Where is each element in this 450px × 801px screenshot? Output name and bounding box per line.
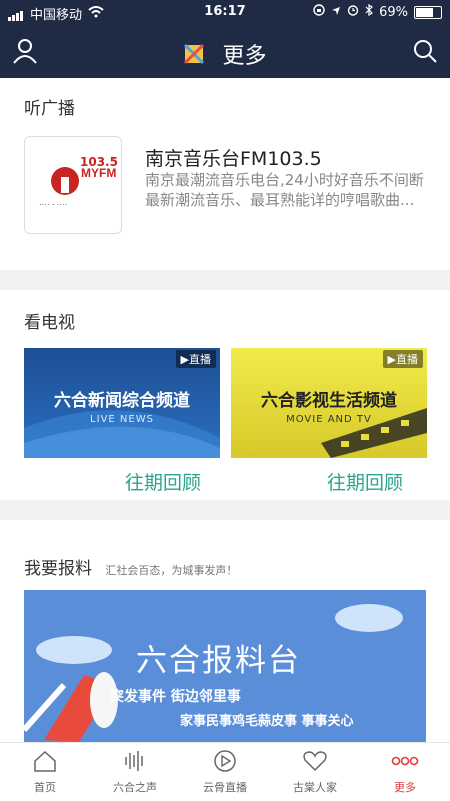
tv-channel-name: 六合影视生活频道 <box>261 391 397 411</box>
heart-icon <box>302 751 328 776</box>
tab-label: 首页 <box>34 781 56 794</box>
location-icon <box>331 5 341 20</box>
more-icon <box>390 756 420 776</box>
report-banner[interactable]: 六合报料台 突发事件 街边邻里事 家事民事鸡毛蒜皮事 事事关心 <box>24 590 426 742</box>
banner-line2: 家事民事鸡毛蒜皮事 事事关心 <box>180 714 354 729</box>
review-link-news[interactable]: 往期回顾 <box>125 468 201 495</box>
report-title-text: 我要报料 <box>24 559 92 579</box>
tab-label: 更多 <box>394 781 416 794</box>
tab-live[interactable]: 云骨直播 <box>180 749 270 795</box>
radio-logo-image: MYFM ···· · ···· <box>39 166 116 209</box>
bluetooth-icon <box>365 3 374 20</box>
tab-bar: 首页 六合之声 云骨直播 古棠人家 更多 <box>0 742 450 801</box>
report-section-title: 我要报料 汇社会百态，为城事发声！ <box>24 554 237 579</box>
banner-line1: 突发事件 街边邻里事 <box>110 689 241 705</box>
tab-voice[interactable]: 六合之声 <box>90 749 180 795</box>
tab-label: 云骨直播 <box>203 781 247 794</box>
battery-icon <box>414 5 442 19</box>
search-icon[interactable] <box>412 38 438 68</box>
radio-section-title: 听广播 <box>24 99 75 119</box>
tv-section-title: 看电视 <box>24 313 75 333</box>
page-title-text: 更多 <box>222 44 267 69</box>
tv-channel-en: LIVE NEWS <box>90 414 154 425</box>
app-logo-icon <box>183 43 205 71</box>
radio-logo-frequency: 103.5 <box>80 155 118 169</box>
battery-percent: 69% <box>379 4 408 20</box>
alarm-icon <box>347 4 359 20</box>
tv-channel-en: MOVIE AND TV <box>286 414 372 425</box>
live-badge: ▶直播 <box>175 350 216 368</box>
tv-channel-movie[interactable]: ▶直播 六合影视生活频道 MOVIE AND TV <box>231 348 427 458</box>
tab-family[interactable]: 古棠人家 <box>270 749 360 795</box>
tab-label: 六合之声 <box>113 781 157 794</box>
tv-channel-news[interactable]: ▶直播 六合新闻综合频道 LIVE NEWS <box>24 348 220 458</box>
report-subtitle: 汇社会百态，为城事发声！ <box>105 564 238 577</box>
tv-channel-name: 六合新闻综合频道 <box>54 391 190 411</box>
play-icon <box>212 750 238 776</box>
page-title: 更多 <box>0 38 450 71</box>
nav-bar: 更多 <box>0 24 450 78</box>
lock-rotation-icon <box>313 4 325 20</box>
audio-icon <box>122 751 148 776</box>
review-link-movie[interactable]: 往期回顾 <box>327 468 403 495</box>
tab-home[interactable]: 首页 <box>0 749 90 795</box>
status-bar: 中国移动 16:17 69% <box>0 0 450 24</box>
banner-title: 六合报料台 <box>136 643 301 679</box>
tab-more[interactable]: 更多 <box>360 749 450 795</box>
radio-station-desc: 南京最潮流音乐电台,24小时好音乐不间断最新潮流音乐、最耳熟能详的哼唱歌曲... <box>145 171 424 209</box>
tab-label: 古棠人家 <box>293 781 337 794</box>
svg-text:···· · ····: ···· · ···· <box>39 200 67 209</box>
radio-logo[interactable]: MYFM ···· · ···· 103.5 <box>24 136 122 234</box>
live-badge: ▶直播 <box>382 350 423 368</box>
radio-station-name[interactable]: 南京音乐台FM103.5 <box>145 144 322 171</box>
home-icon <box>32 750 58 776</box>
